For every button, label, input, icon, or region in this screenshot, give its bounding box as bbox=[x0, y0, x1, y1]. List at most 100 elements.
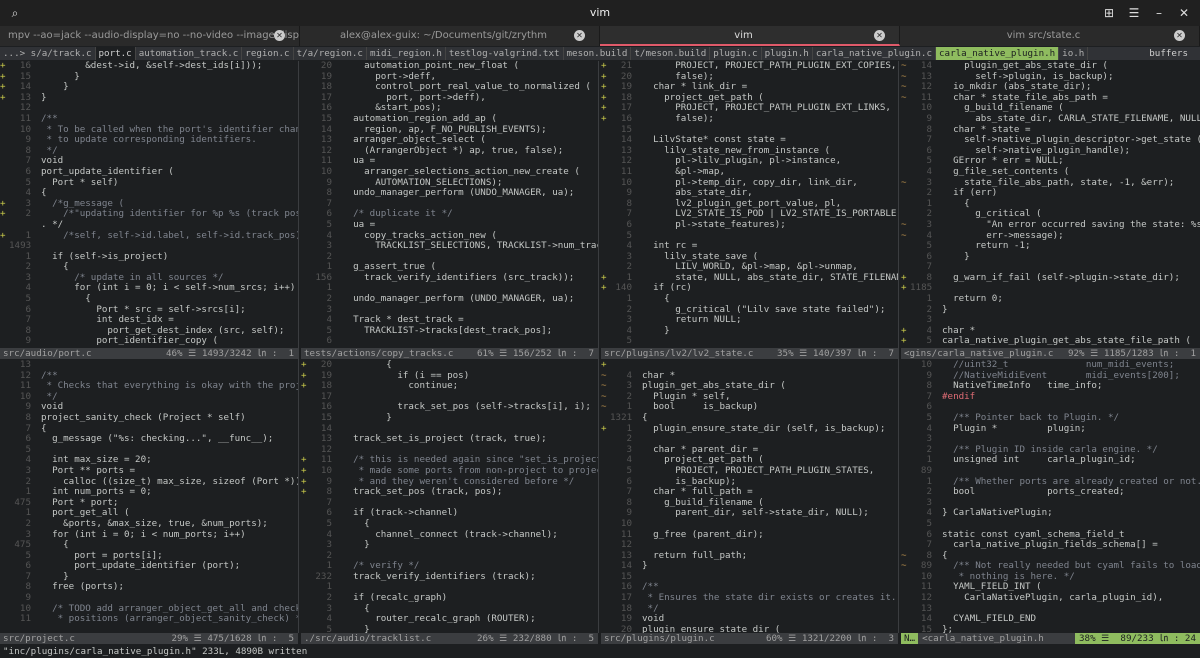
line-number: 9 bbox=[25, 335, 31, 347]
code-text: track_set_is_project (track, true); bbox=[342, 433, 547, 445]
buffer-tab[interactable]: port.c bbox=[95, 47, 136, 60]
split-separator[interactable] bbox=[598, 61, 599, 633]
line-number: 5 bbox=[626, 335, 632, 347]
buffer-tab[interactable]: carla_native_plugin.c bbox=[813, 47, 936, 60]
code-text: (ArrangerObject *) ap, true, false); bbox=[342, 144, 564, 156]
buffer-tab[interactable]: plugin.c bbox=[710, 47, 762, 60]
buffer-tab[interactable]: plugin.h bbox=[762, 47, 813, 60]
code-text: */ bbox=[41, 390, 58, 402]
line-number: 16 bbox=[620, 112, 632, 124]
code-text: calloc ((size_t) max_size, sizeof (Port … bbox=[41, 475, 298, 487]
code-line: 1 unsigned int carla_plugin_id; bbox=[901, 455, 1200, 466]
buffer-tab[interactable]: t/a/region.c bbox=[294, 47, 367, 60]
close-tab-icon[interactable]: ✕ bbox=[574, 30, 585, 41]
code-text: Port ** ports = bbox=[41, 464, 136, 476]
code-text: char * bbox=[642, 369, 676, 381]
code-text: void bbox=[41, 401, 64, 413]
terminal-tab-active[interactable]: vim ✕ bbox=[600, 26, 900, 46]
terminal-tab[interactable]: alex@alex-guix: ~/Documents/git/zrythm ✕ bbox=[300, 26, 600, 46]
line-number: 5 bbox=[326, 218, 332, 230]
buffer-tab[interactable]: t/meson.build bbox=[631, 47, 711, 60]
code-text: port = ports[i]; bbox=[41, 549, 163, 561]
code-text: self->native_plugin_descriptor->get_stat… bbox=[942, 134, 1200, 146]
code-text: port_update_identifier (port); bbox=[41, 560, 241, 572]
code-line: 3 TRACKLIST_SELECTIONS, TRACKLIST->num_t… bbox=[301, 240, 598, 252]
editor-pane[interactable]: +16 &dest->id, &self->dest_ids[i])); +15 … bbox=[0, 61, 298, 348]
code-text: channel_connect (track->channel); bbox=[342, 528, 558, 540]
code-line: +8 track_set_pos (track, pos); bbox=[301, 486, 598, 498]
code-text: /** Pointer back to Plugin. */ bbox=[942, 411, 1120, 423]
code-text: { bbox=[41, 422, 47, 434]
code-text: g_message ("%s: checking...", __func__); bbox=[41, 433, 274, 445]
buffer-tab[interactable]: region.c bbox=[242, 47, 294, 60]
split-separator[interactable] bbox=[298, 61, 299, 633]
code-text: PROJECT, PROJECT_PATH_PLUGIN_EXT_COPIES, bbox=[642, 61, 897, 71]
git-sign: + bbox=[0, 208, 6, 220]
code-line: 15}; bbox=[901, 624, 1200, 633]
status-filename: src/plugins/plugin.c bbox=[604, 633, 715, 644]
buffer-tab[interactable]: testlog-valgrind.txt bbox=[446, 47, 564, 60]
buffer-tab[interactable]: automation_track.c bbox=[136, 47, 243, 60]
code-text: port_get_dest_index (src, self); bbox=[41, 324, 285, 336]
vim-buffer-tabline: ...> s/a/track.c port.c automation_track.c… bbox=[0, 47, 1200, 60]
terminal-tab[interactable]: vim src/state.c ✕ bbox=[900, 26, 1200, 46]
close-window-icon[interactable]: ✕ bbox=[1177, 6, 1191, 20]
code-line: 2 bool ports_created; bbox=[901, 486, 1200, 498]
line-number: 21 bbox=[620, 61, 632, 71]
buffer-tab[interactable]: carla_native_plugin.h bbox=[936, 47, 1060, 60]
code-text: state, NULL, abs_state_dir, STATE_FILENA… bbox=[642, 271, 898, 283]
code-text: LILV_WORLD, &pl->map, &pl->unmap, bbox=[642, 261, 858, 273]
line-number: 4 bbox=[926, 165, 932, 177]
status-line: ./src/audio/tracklist.c 26% ☰ 232/880 ㏑ :… bbox=[301, 633, 598, 644]
code-text: Plugin * plugin; bbox=[942, 422, 1086, 434]
code-text: /* verify */ bbox=[342, 560, 420, 572]
editor-pane[interactable]: ~14 plugin_get_abs_state_dir (~13 self->… bbox=[901, 61, 1200, 348]
code-text: port_update_identifier ( bbox=[41, 165, 174, 177]
git-sign: + bbox=[901, 282, 907, 294]
code-text: port->deff, bbox=[342, 70, 437, 82]
code-text: char * state_file_abs_path = bbox=[942, 91, 1108, 103]
buffer-tab[interactable]: ...> s/a/track.c bbox=[0, 47, 96, 60]
git-sign: ~ bbox=[901, 560, 907, 572]
status-position: 60% ☰ 1321/2200 ㏑ : 3 bbox=[765, 633, 894, 644]
code-text: PROJECT, PROJECT_PATH_PLUGIN_EXT_LINKS, bbox=[642, 102, 891, 114]
split-separator[interactable] bbox=[898, 61, 899, 633]
buffer-tab[interactable]: meson.build bbox=[564, 47, 632, 60]
code-text: g_critical ("Lilv save state failed"); bbox=[642, 303, 886, 315]
code-text: char * link_dir = bbox=[642, 81, 748, 93]
buffer-tab[interactable]: io.h bbox=[1059, 47, 1089, 60]
new-tab-icon[interactable]: ⊞ bbox=[1102, 6, 1116, 20]
line-number: 10 bbox=[620, 517, 632, 529]
menu-icon[interactable]: ☰ bbox=[1127, 6, 1141, 20]
status-filename: src/plugins/lv2/lv2_state.c bbox=[604, 348, 754, 359]
code-line: 5 } bbox=[301, 624, 598, 633]
buffer-tab[interactable]: midi_region.h bbox=[367, 47, 446, 60]
code-text: Port * self) bbox=[41, 176, 119, 188]
editor-pane[interactable]: 20 automation_point_new_float (19 port->… bbox=[301, 61, 598, 348]
line-number: 11 bbox=[620, 165, 632, 177]
close-tab-icon[interactable]: ✕ bbox=[1174, 30, 1185, 41]
editor-pane[interactable]: 13 12/** 11 * Checks that everything is ok… bbox=[0, 360, 298, 633]
status-line: N… <carla_native_plugin.h 38% ☰ 89/233 ㏑ :… bbox=[901, 633, 1200, 644]
code-text: pl->lilv_plugin, pl->instance, bbox=[642, 155, 842, 167]
code-text: ua = bbox=[342, 155, 376, 167]
code-text: parent_dir, self->state_dir, NULL); bbox=[642, 507, 869, 519]
editor-pane[interactable]: + ~4 char * ~3 plugin_get_abs_state_dir (~2 … bbox=[601, 360, 898, 633]
window-title: vim bbox=[589, 6, 611, 19]
code-line: 9 parent_dir, self->state_dir, NULL); bbox=[601, 508, 898, 519]
close-tab-icon[interactable]: ✕ bbox=[874, 30, 885, 41]
minimize-icon[interactable]: – bbox=[1152, 6, 1166, 20]
code-text: YAML_FIELD_INT ( bbox=[942, 581, 1042, 593]
code-text: */ bbox=[41, 144, 58, 156]
git-sign: ~ bbox=[901, 229, 907, 241]
code-text: lilv_state_new_from_instance ( bbox=[642, 144, 831, 156]
editor-pane[interactable]: +21 PROJECT, PROJECT_PATH_PLUGIN_EXT_COP… bbox=[601, 61, 898, 348]
editor-pane[interactable]: +20 {+19 if (i == pos) +18 continue; 17 16 … bbox=[301, 360, 598, 633]
editor-pane[interactable]: 10 //uint32_t num_midi_events; 9 //Native… bbox=[901, 360, 1200, 633]
terminal-tab[interactable]: mpv --ao=jack --audio-display=no --no-vi… bbox=[0, 26, 300, 46]
code-line: 8 free (ports); bbox=[0, 582, 298, 593]
close-tab-icon[interactable]: ✕ bbox=[274, 30, 285, 41]
code-line: 2 undo_manager_perform (UNDO_MANAGER, ua… bbox=[301, 293, 598, 305]
code-text: int dest_idx = bbox=[41, 314, 174, 326]
status-filename: <gins/carla_native_plugin.c bbox=[904, 348, 1054, 359]
